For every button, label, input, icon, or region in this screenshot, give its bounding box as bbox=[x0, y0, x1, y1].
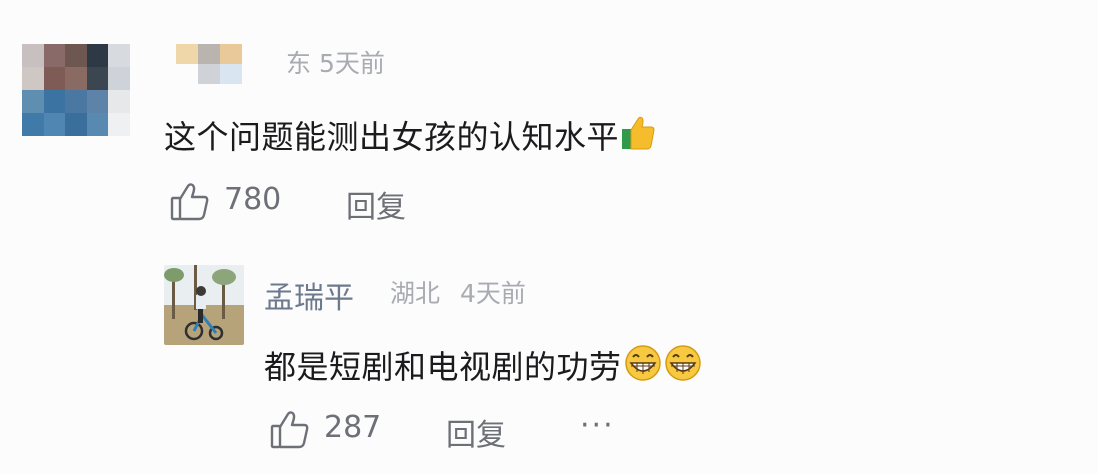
comment-body: 这个问题能测出女孩的认知水平 bbox=[164, 112, 655, 158]
reply-username[interactable]: 孟瑞平 bbox=[264, 273, 354, 317]
commenter-avatar[interactable] bbox=[22, 44, 130, 136]
more-options-button[interactable]: ··· bbox=[580, 408, 615, 443]
like-icon[interactable] bbox=[270, 411, 310, 449]
like-icon[interactable] bbox=[170, 183, 210, 221]
grinning-face-emoji-icon bbox=[624, 344, 662, 386]
reply-reply-button[interactable]: 回复 bbox=[446, 410, 506, 454]
thumbs-up-emoji-icon bbox=[621, 115, 655, 155]
grinning-face-emoji-icon bbox=[664, 344, 702, 386]
comment-location-time: 东 5天前 bbox=[286, 49, 385, 78]
reply-location: 湖北 bbox=[390, 279, 441, 308]
comment-like-count: 780 bbox=[224, 182, 282, 217]
reply-time: 4天前 bbox=[460, 279, 526, 308]
commenter-username-pixelated[interactable] bbox=[176, 44, 246, 84]
comment-reply-button[interactable]: 回复 bbox=[346, 182, 406, 226]
comment-text: 这个问题能测出女孩的认知水平 bbox=[164, 118, 620, 156]
reply-like-count: 287 bbox=[324, 410, 382, 445]
reply-text: 都是短剧和电视剧的功劳 bbox=[264, 348, 622, 386]
reply-avatar[interactable] bbox=[164, 265, 244, 345]
reply-body: 都是短剧和电视剧的功劳 bbox=[264, 342, 702, 388]
